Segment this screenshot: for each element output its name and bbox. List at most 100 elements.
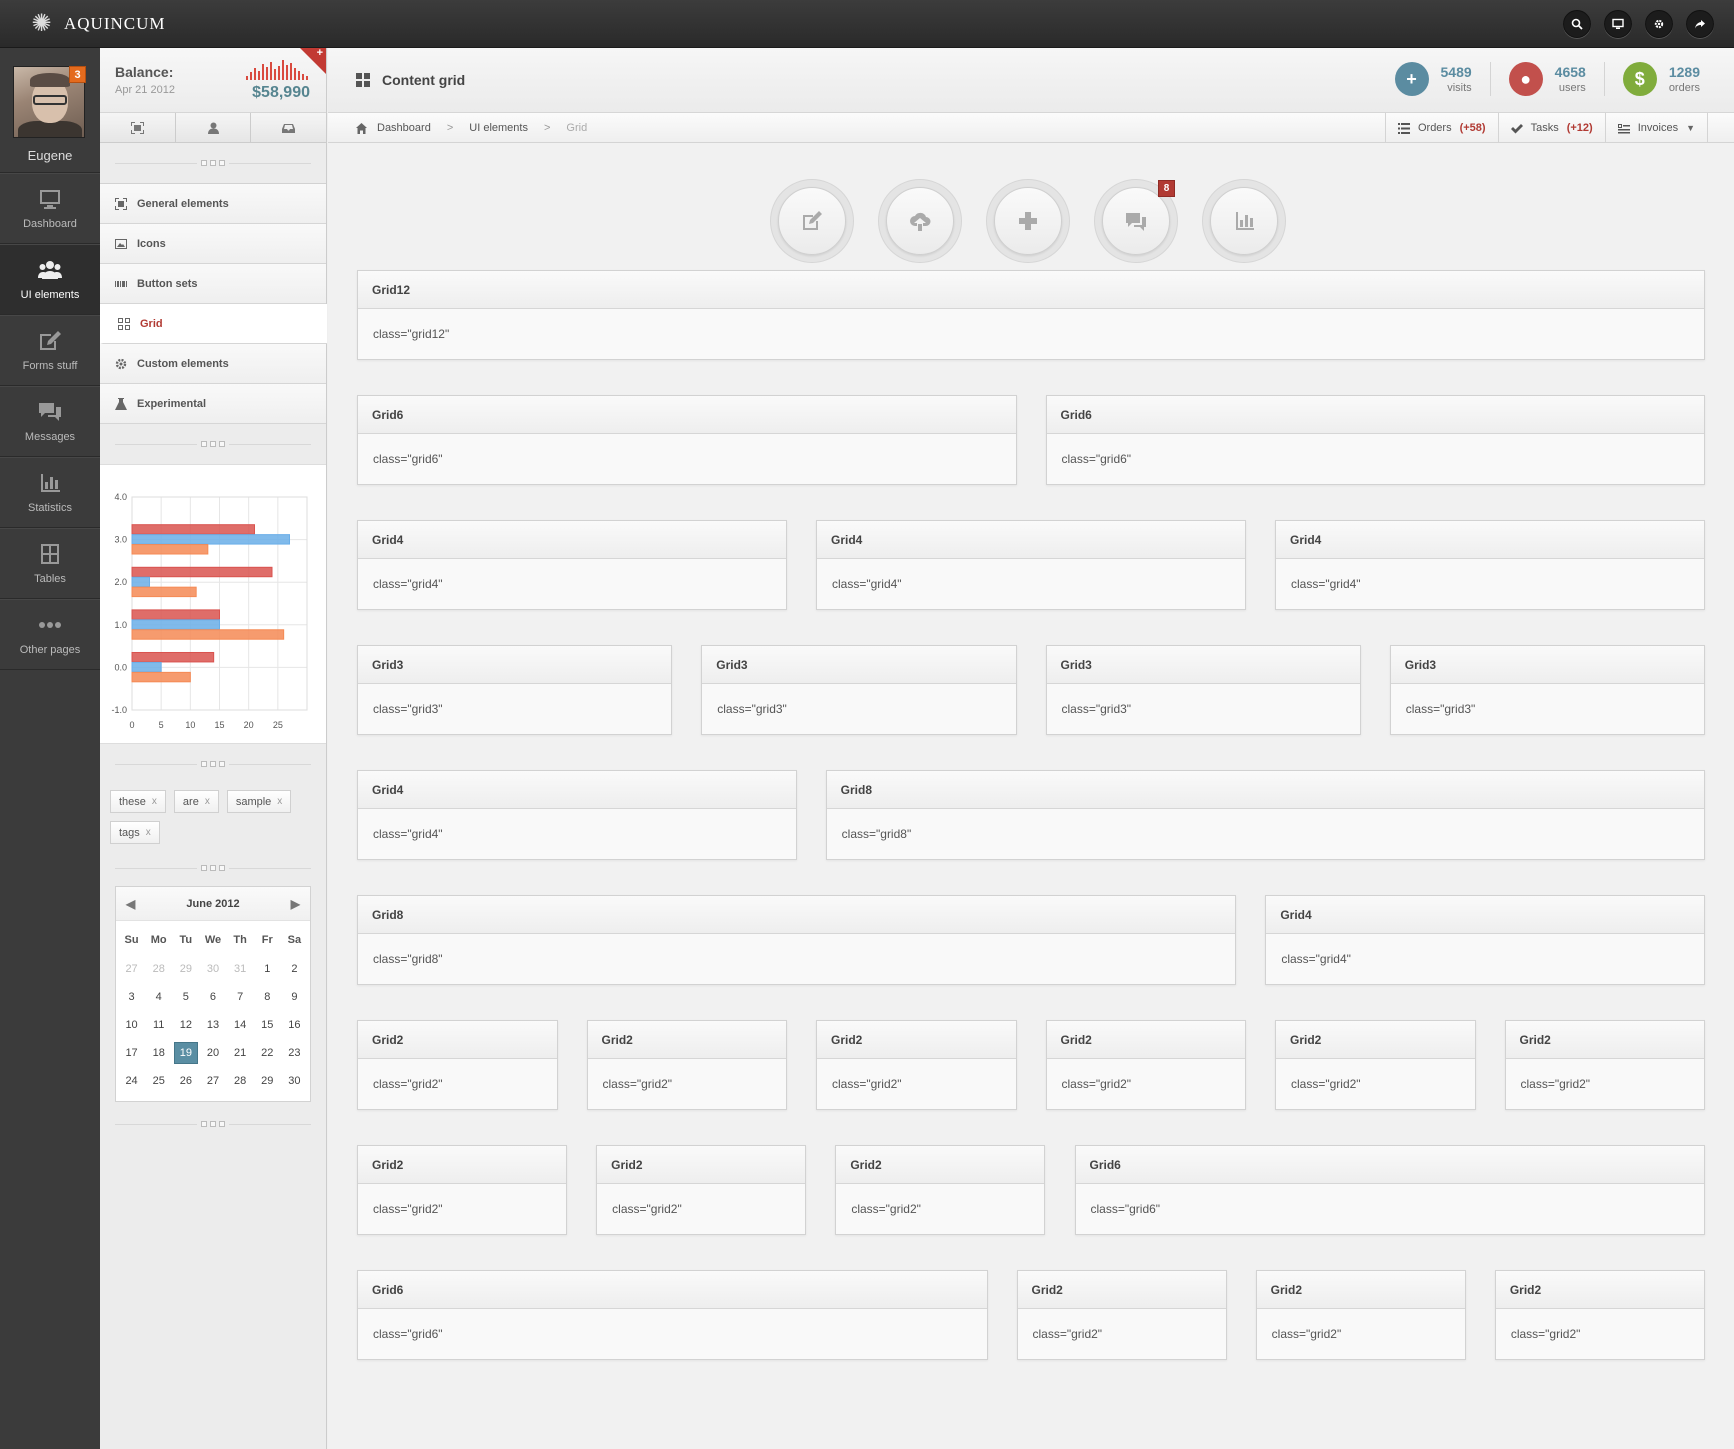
panel-body: class="grid3" xyxy=(717,702,787,716)
calendar-day[interactable]: 16 xyxy=(281,1011,308,1039)
calendar-day[interactable]: 27 xyxy=(118,955,145,983)
tag[interactable]: sample x xyxy=(226,790,292,813)
menu-item-experimental[interactable]: Experimental xyxy=(100,384,326,424)
quick-button-cloud-upload[interactable] xyxy=(878,179,962,263)
calendar-day[interactable]: 29 xyxy=(172,955,199,983)
calendar-day[interactable]: 23 xyxy=(281,1039,308,1067)
calendar-day-today[interactable]: 19 xyxy=(172,1039,199,1067)
panel-title: Grid4 xyxy=(1266,896,1704,934)
stat-users[interactable]: ● 4658 users xyxy=(1489,62,1604,96)
nav-item-dashboard[interactable]: Dashboard xyxy=(0,173,100,244)
calendar-day[interactable]: 20 xyxy=(199,1039,226,1067)
grid-panel: Grid4 class="grid4" xyxy=(1275,520,1705,610)
quick-button-plus[interactable] xyxy=(986,179,1070,263)
tag[interactable]: are x xyxy=(173,790,219,813)
gear-icon[interactable] xyxy=(1645,10,1673,38)
chart-bar xyxy=(131,651,215,663)
calendar-day[interactable]: 28 xyxy=(227,1067,254,1095)
calendar-day[interactable]: 26 xyxy=(172,1067,199,1095)
user-profile[interactable]: 3 Eugene xyxy=(0,48,100,173)
breadcrumb-item-ui-elements[interactable]: UI elements xyxy=(469,122,528,134)
remove-tag-icon[interactable]: x xyxy=(146,827,151,838)
quick-button-edit[interactable] xyxy=(770,179,854,263)
quick-button-face[interactable] xyxy=(1210,187,1278,255)
app-logo[interactable]: ✺ AQUINCUM xyxy=(30,12,166,36)
nav-item-label: Messages xyxy=(24,430,76,443)
calendar-day[interactable]: 28 xyxy=(145,955,172,983)
tab-inbox[interactable] xyxy=(251,113,327,142)
remove-tag-icon[interactable]: x xyxy=(277,796,282,807)
calendar-day[interactable]: 29 xyxy=(254,1067,281,1095)
nav-item-messages[interactable]: Messages xyxy=(0,386,100,457)
quick-button-stats[interactable] xyxy=(1202,179,1286,263)
calendar-day[interactable]: 27 xyxy=(199,1067,226,1095)
calendar-day[interactable]: 3 xyxy=(118,983,145,1011)
quick-button-face[interactable] xyxy=(886,187,954,255)
calendar-day[interactable]: 14 xyxy=(227,1011,254,1039)
calendar-day[interactable]: 24 xyxy=(118,1067,145,1095)
next-month-icon[interactable]: ▶ xyxy=(291,897,300,911)
today-marker: 19 xyxy=(173,1042,198,1064)
menu-item-button-sets[interactable]: Button sets xyxy=(100,264,326,304)
header-stats: +5489 visits ● 4658 users $1289 orders xyxy=(1377,62,1719,96)
calendar-day[interactable]: 7 xyxy=(227,983,254,1011)
monitor-icon[interactable] xyxy=(1604,10,1632,38)
calendar-day[interactable]: 18 xyxy=(145,1039,172,1067)
plus-icon[interactable]: + xyxy=(317,47,323,59)
quick-button-face[interactable] xyxy=(994,187,1062,255)
calendar-day[interactable]: 25 xyxy=(145,1067,172,1095)
chart-x-tick-label: 20 xyxy=(244,720,254,730)
stat-orders[interactable]: $1289 orders xyxy=(1603,62,1718,96)
remove-tag-icon[interactable]: x xyxy=(152,796,157,807)
share-icon[interactable] xyxy=(1686,10,1714,38)
calendar-day[interactable]: 10 xyxy=(118,1011,145,1039)
panel-body: class="grid2" xyxy=(1271,1327,1342,1341)
chart-bar xyxy=(131,566,273,578)
nav-item-ui-elements[interactable]: UI elements xyxy=(0,244,100,315)
tasks-button[interactable]: Tasks (+12) xyxy=(1497,113,1605,143)
calendar-day[interactable]: 1 xyxy=(254,955,281,983)
tag[interactable]: these x xyxy=(110,790,166,813)
menu-item-custom-elements[interactable]: Custom elements xyxy=(100,344,326,384)
calendar-day[interactable]: 11 xyxy=(145,1011,172,1039)
nav-item-tables[interactable]: Tables xyxy=(0,528,100,599)
monitor-icon xyxy=(40,189,60,209)
prev-month-icon[interactable]: ◀ xyxy=(126,897,135,911)
menu-item-grid[interactable]: Grid xyxy=(100,304,327,344)
calendar-day[interactable]: 2 xyxy=(281,955,308,983)
menu-item-icons[interactable]: Icons xyxy=(100,224,326,264)
calendar-day[interactable]: 4 xyxy=(145,983,172,1011)
tab-general[interactable] xyxy=(100,113,176,142)
quick-button-face[interactable] xyxy=(778,187,846,255)
nav-item-forms-stuff[interactable]: Forms stuff xyxy=(0,315,100,386)
calendar-day[interactable]: 5 xyxy=(172,983,199,1011)
calendar-day[interactable]: 22 xyxy=(254,1039,281,1067)
frame-icon xyxy=(115,197,127,210)
calendar-day[interactable]: 30 xyxy=(281,1067,308,1095)
breadcrumb-item-dashboard[interactable]: Dashboard xyxy=(377,122,431,134)
invoices-dropdown[interactable]: Invoices ▼ xyxy=(1604,113,1708,143)
calendar-day[interactable]: 31 xyxy=(227,955,254,983)
menu-item-general-elements[interactable]: General elements xyxy=(100,184,326,224)
quick-button-face[interactable] xyxy=(1102,187,1170,255)
grid-panel: Grid2 class="grid2" xyxy=(1504,1020,1705,1110)
calendar-day[interactable]: 9 xyxy=(281,983,308,1011)
calendar-day[interactable]: 15 xyxy=(254,1011,281,1039)
remove-tag-icon[interactable]: x xyxy=(205,796,210,807)
stat-visits[interactable]: +5489 visits xyxy=(1377,62,1490,96)
calendar-day[interactable]: 30 xyxy=(199,955,226,983)
grid-panel: Grid2 class="grid2" xyxy=(1016,1270,1227,1360)
search-icon[interactable] xyxy=(1563,10,1591,38)
calendar-day[interactable]: 21 xyxy=(227,1039,254,1067)
calendar-day[interactable]: 6 xyxy=(199,983,226,1011)
nav-item-statistics[interactable]: Statistics xyxy=(0,457,100,528)
calendar-day[interactable]: 13 xyxy=(199,1011,226,1039)
calendar-day[interactable]: 8 xyxy=(254,983,281,1011)
orders-button[interactable]: Orders (+58) xyxy=(1384,113,1498,143)
calendar-day[interactable]: 17 xyxy=(118,1039,145,1067)
quick-button-chat[interactable]: 8 xyxy=(1094,179,1178,263)
calendar-day[interactable]: 12 xyxy=(172,1011,199,1039)
tag[interactable]: tags x xyxy=(110,821,160,844)
nav-item-other-pages[interactable]: Other pages xyxy=(0,599,100,670)
tab-user[interactable] xyxy=(175,113,252,142)
